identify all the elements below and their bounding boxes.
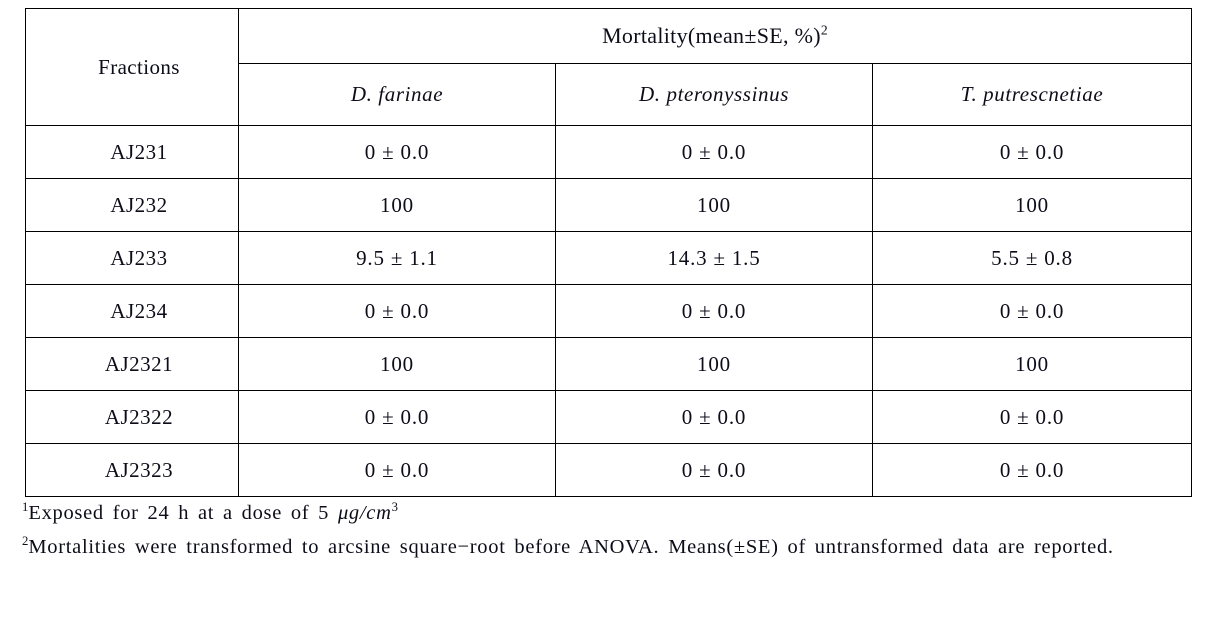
footnote-2-text: Mortalities were transformed to arcsine … xyxy=(28,535,1114,558)
table-row: AJ231 0 ± 0.0 0 ± 0.0 0 ± 0.0 xyxy=(25,125,1193,179)
cell-value: 0 ± 0.0 xyxy=(238,284,556,338)
cell-value: 0 ± 0.0 xyxy=(555,390,873,444)
cell-value: 5.5 ± 0.8 xyxy=(871,231,1193,285)
footnote-1-unit-text: μg/cm xyxy=(337,502,392,524)
cell-value: 0 ± 0.0 xyxy=(238,443,556,497)
table-row: AJ232 100 100 100 xyxy=(25,178,1193,232)
table-row: AJ2323 0 ± 0.0 0 ± 0.0 0 ± 0.0 xyxy=(25,443,1193,497)
footnote-1-unit: μg/cm3 xyxy=(337,500,399,524)
mortality-table-container: Fractions Mortality(mean±SE, %)2 D. fari… xyxy=(25,8,1193,497)
cell-fraction: AJ234 xyxy=(25,284,239,338)
cell-value: 0 ± 0.0 xyxy=(555,125,873,179)
table-body: AJ231 0 ± 0.0 0 ± 0.0 0 ± 0.0 AJ232 100 … xyxy=(25,125,1193,497)
cell-value: 100 xyxy=(871,178,1193,232)
cell-value: 100 xyxy=(238,178,556,232)
footnote-1: 1Exposed for 24 h at a dose of 5 μg/cm3 xyxy=(22,498,1202,530)
table-row: AJ233 9.5 ± 1.1 14.3 ± 1.5 5.5 ± 0.8 xyxy=(25,231,1193,285)
footnote-1-unit-superscript: 3 xyxy=(391,500,399,515)
cell-value: 100 xyxy=(555,178,873,232)
mortality-table: Fractions Mortality(mean±SE, %)2 D. fari… xyxy=(25,8,1193,497)
cell-value: 0 ± 0.0 xyxy=(238,125,556,179)
cell-fraction: AJ232 xyxy=(25,178,239,232)
cell-fraction: AJ233 xyxy=(25,231,239,285)
cell-value: 14.3 ± 1.5 xyxy=(555,231,873,285)
cell-value: 9.5 ± 1.1 xyxy=(238,231,556,285)
cell-value: 0 ± 0.0 xyxy=(871,284,1193,338)
table-row: AJ2321 100 100 100 xyxy=(25,337,1193,391)
cell-value: 0 ± 0.0 xyxy=(871,443,1193,497)
footnote-2: 2Mortalities were transformed to arcsine… xyxy=(22,532,1202,564)
cell-value: 0 ± 0.0 xyxy=(871,390,1193,444)
header-row-top: Fractions Mortality(mean±SE, %)2 xyxy=(25,8,1193,126)
cell-value: 100 xyxy=(238,337,556,391)
cell-value: 0 ± 0.0 xyxy=(871,125,1193,179)
column-header-species-1: D. farinae xyxy=(238,63,556,126)
table-row: AJ2322 0 ± 0.0 0 ± 0.0 0 ± 0.0 xyxy=(25,390,1193,444)
table-page: Fractions Mortality(mean±SE, %)2 D. fari… xyxy=(0,0,1223,623)
cell-value: 100 xyxy=(871,337,1193,391)
column-header-species-2: D. pteronyssinus xyxy=(555,63,873,126)
table-row: AJ234 0 ± 0.0 0 ± 0.0 0 ± 0.0 xyxy=(25,284,1193,338)
cell-fraction: AJ2323 xyxy=(25,443,239,497)
column-header-species-3: T. putrescnetiae xyxy=(871,63,1193,126)
cell-value: 0 ± 0.0 xyxy=(238,390,556,444)
cell-fraction: AJ231 xyxy=(25,125,239,179)
mortality-footnote-marker: 2 xyxy=(820,22,828,38)
column-header-mortality: Mortality(mean±SE, %)2 xyxy=(237,8,1193,64)
cell-value: 100 xyxy=(555,337,873,391)
cell-value: 0 ± 0.0 xyxy=(555,284,873,338)
cell-fraction: AJ2321 xyxy=(25,337,239,391)
footnote-1-text: Exposed for 24 h at a dose of 5 xyxy=(28,502,338,524)
cell-fraction: AJ2322 xyxy=(25,390,239,444)
mortality-label-text: Mortality(mean±SE, %) xyxy=(602,23,821,48)
table-header: Fractions Mortality(mean±SE, %)2 D. fari… xyxy=(25,8,1193,126)
column-header-fractions: Fractions xyxy=(25,8,239,126)
cell-value: 0 ± 0.0 xyxy=(555,443,873,497)
table-footnotes: 1Exposed for 24 h at a dose of 5 μg/cm3 … xyxy=(22,498,1202,564)
